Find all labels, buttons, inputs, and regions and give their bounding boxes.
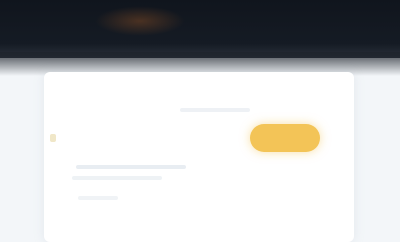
content-card [44,72,354,242]
accent-marker [50,134,56,142]
header-logo-glow [95,6,185,36]
detail-text-line [72,176,162,180]
detail-text-line [78,196,118,200]
subtitle-text-line [180,108,250,112]
detail-text-line [76,165,186,169]
primary-action-button[interactable] [250,124,320,152]
top-navigation-bar [0,0,400,58]
